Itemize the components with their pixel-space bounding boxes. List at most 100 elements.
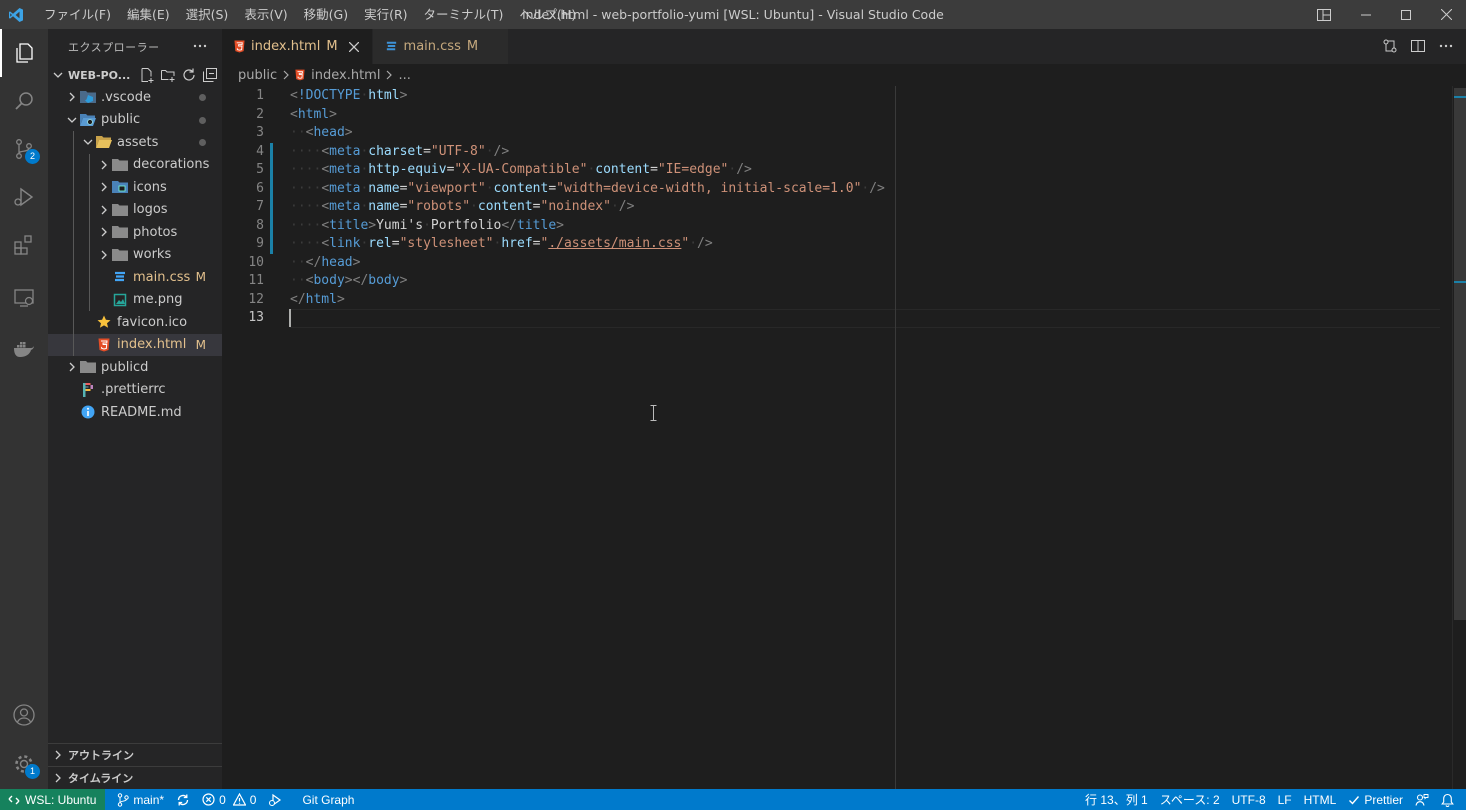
more-actions-icon[interactable]	[192, 38, 208, 57]
tree-item-index-html[interactable]: index.html M	[48, 333, 222, 356]
code-line[interactable]: 9 ····<link·rel="stylesheet"·href="./asse…	[222, 235, 1442, 254]
bell-icon	[1441, 793, 1454, 807]
extensions-icon[interactable]	[0, 221, 48, 269]
code-line[interactable]: 8 ····<title>Yumi's·Portfolio</title>	[222, 217, 1442, 236]
maximize-button[interactable]	[1386, 0, 1426, 29]
tree-item-photos[interactable]: photos	[48, 221, 222, 244]
layout-icon[interactable]	[1304, 0, 1344, 29]
language-mode[interactable]: HTML	[1298, 789, 1343, 810]
menu-view[interactable]: 表示(V)	[236, 0, 295, 29]
refresh-icon[interactable]	[181, 67, 197, 86]
css-file-icon	[385, 40, 398, 53]
search-icon[interactable]	[0, 77, 48, 125]
code-line[interactable]: 1 <!DOCTYPE·html>	[222, 87, 1442, 106]
chevron-right-icon	[96, 247, 112, 263]
breadcrumb-file[interactable]: index.html	[311, 68, 380, 83]
problems-indicator[interactable]: 0 0	[196, 789, 262, 810]
tree-item-vscode[interactable]: .vscode	[48, 86, 222, 109]
menu-selection[interactable]: 選択(S)	[178, 0, 237, 29]
remote-explorer-icon[interactable]	[0, 274, 48, 322]
menu-file[interactable]: ファイル(F)	[36, 0, 119, 29]
menu-help[interactable]: ヘルプ(H)	[511, 0, 584, 29]
tree-item-icons[interactable]: icons	[48, 176, 222, 199]
open-changes-icon[interactable]	[1382, 38, 1398, 58]
tree-item-logos[interactable]: logos	[48, 198, 222, 221]
remote-label: WSL: Ubuntu	[25, 792, 97, 807]
tree-item-me-png[interactable]: me.png	[48, 288, 222, 311]
menu-run[interactable]: 実行(R)	[356, 0, 415, 29]
workspace-folder-header[interactable]: WEB-PO...	[48, 64, 222, 86]
tree-item-assets[interactable]: assets	[48, 131, 222, 154]
scrollbar-thumb[interactable]	[1454, 88, 1466, 620]
code-line[interactable]: 5 ····<meta·http-equiv="X-UA-Compatible"·…	[222, 161, 1442, 180]
chevron-right-icon	[282, 70, 290, 80]
more-actions-icon[interactable]	[1438, 38, 1454, 58]
outline-section[interactable]: アウトライン	[48, 743, 222, 766]
source-control-icon[interactable]: 2	[0, 125, 48, 173]
line-number: 8	[256, 217, 264, 233]
minimize-button[interactable]	[1346, 0, 1386, 29]
tree-item-favicon[interactable]: favicon.ico	[48, 311, 222, 334]
breadcrumb-folder[interactable]: public	[238, 68, 277, 83]
indentation[interactable]: スペース: 2	[1154, 789, 1226, 810]
collapse-all-icon[interactable]	[202, 67, 218, 86]
menu-edit[interactable]: 編集(E)	[119, 0, 178, 29]
prettier-status[interactable]: Prettier	[1342, 789, 1409, 810]
remote-icon	[8, 795, 20, 804]
editor-ruler	[895, 86, 896, 789]
feedback-button[interactable]	[1409, 789, 1435, 810]
menu-go[interactable]: 移動(G)	[296, 0, 356, 29]
outline-label: アウトライン	[68, 749, 134, 762]
run-debug-icon[interactable]	[0, 173, 48, 221]
cursor-position[interactable]: 行 13、列 1	[1079, 789, 1154, 810]
tree-item-readme[interactable]: README.md	[48, 401, 222, 424]
tree-item-main-css[interactable]: main.css M	[48, 266, 222, 289]
tab-index-html[interactable]: index.html M	[222, 29, 373, 64]
new-file-icon[interactable]	[139, 67, 155, 86]
remote-indicator[interactable]: WSL: Ubuntu	[0, 789, 106, 810]
accounts-icon[interactable]	[0, 691, 48, 739]
editor-scrollbar[interactable]	[1452, 86, 1466, 789]
code-line[interactable]: 11 ··<body></body>	[222, 272, 1442, 291]
code-line[interactable]: 4 ····<meta·charset="UTF-8"·/>	[222, 143, 1442, 162]
code-line[interactable]: 7 ····<meta·name="robots"·content="noinde…	[222, 198, 1442, 217]
editor-tabs: index.html M main.css M	[222, 29, 1466, 64]
timeline-section[interactable]: タイムライン	[48, 766, 222, 789]
menu-terminal[interactable]: ターミナル(T)	[416, 0, 512, 29]
line-number: 9	[256, 236, 264, 251]
notifications-button[interactable]	[1435, 789, 1460, 810]
breadcrumb-more[interactable]: ...	[398, 68, 410, 83]
sync-button[interactable]	[170, 789, 196, 810]
code-line[interactable]: 3 ··<head>	[222, 124, 1442, 143]
tree-item-works[interactable]: works	[48, 243, 222, 266]
tree-item-decorations[interactable]: decorations	[48, 153, 222, 176]
tab-main-css[interactable]: main.css M	[372, 29, 510, 64]
code-line[interactable]: 12 </html>	[222, 291, 1442, 310]
settings-badge: 1	[25, 764, 40, 779]
branch-indicator[interactable]: main*	[111, 789, 170, 810]
chevron-right-icon	[64, 89, 80, 105]
code-line[interactable]: 2 <html>	[222, 106, 1442, 125]
close-icon[interactable]	[346, 39, 362, 55]
split-editor-icon[interactable]	[1410, 38, 1426, 58]
code-line[interactable]: 13	[222, 309, 1442, 328]
explorer-icon[interactable]	[0, 29, 48, 77]
git-graph-button[interactable]: Git Graph	[296, 789, 360, 810]
code-line[interactable]: 6 ····<meta·name="viewport"·content="widt…	[222, 180, 1442, 199]
code-line[interactable]: 10 ··</head>	[222, 254, 1442, 273]
encoding[interactable]: UTF-8	[1226, 789, 1272, 810]
modified-dot	[199, 116, 206, 124]
new-folder-icon[interactable]	[160, 67, 176, 86]
prettier-label: Prettier	[1364, 792, 1403, 807]
docker-icon[interactable]	[0, 324, 48, 372]
folder-icon	[112, 247, 128, 263]
end-of-line[interactable]: LF	[1272, 789, 1298, 810]
tree-item-publicd[interactable]: publicd	[48, 356, 222, 379]
tree-item-public[interactable]: public	[48, 109, 222, 132]
code-editor[interactable]: 1 <!DOCTYPE·html> 2 <html> 3 ··<head> 4 ····<me…	[222, 86, 1454, 789]
tree-item-prettierrc[interactable]: .prettierrc	[48, 379, 222, 402]
run-debug-status[interactable]	[262, 789, 288, 810]
close-window-button[interactable]	[1426, 0, 1466, 29]
manage-gear-icon[interactable]: 1	[0, 740, 48, 788]
vscode-logo-icon	[0, 0, 32, 29]
